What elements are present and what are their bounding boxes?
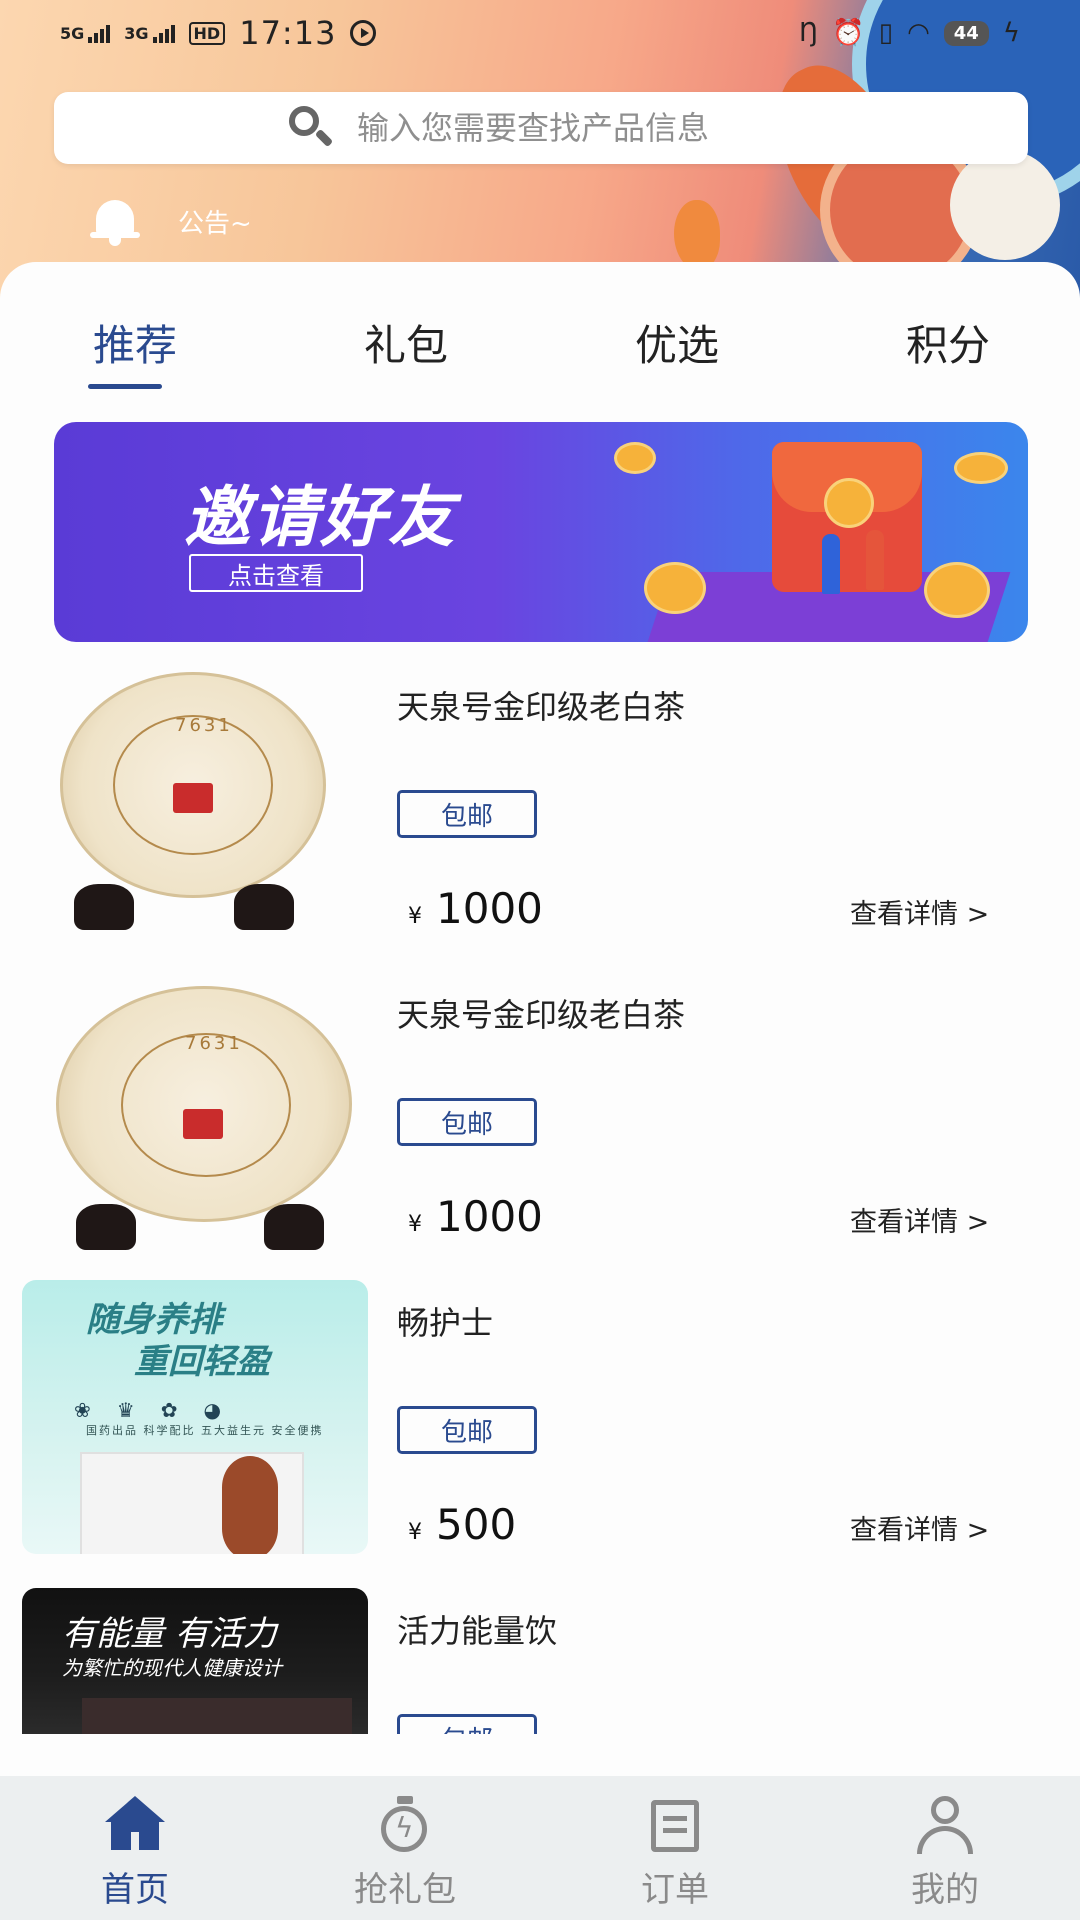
tea-seal-stamp	[173, 783, 213, 813]
search-input[interactable]	[357, 109, 797, 147]
bottom-tab-bar: 首页 ϟ 抢礼包 订单 我的	[0, 1776, 1080, 1920]
nfc-icon: Ŋ	[798, 18, 819, 48]
timer-icon: ϟ	[373, 1796, 437, 1856]
hd-icon: HD	[188, 21, 226, 45]
coin-illustration	[614, 442, 656, 474]
product-box-label	[222, 1456, 278, 1554]
product-item[interactable]: 有能量 有活力 为繁忙的现代人健康设计 活力能量饮 包邮	[0, 1588, 1080, 1734]
product-title: 畅护士	[397, 1304, 494, 1342]
category-tabs: 推荐 礼包 优选 积分	[0, 312, 1080, 392]
battery-icon: 44	[943, 20, 989, 46]
home-icon	[103, 1796, 167, 1856]
tea-code-text: 7631	[185, 1033, 243, 1054]
product-image-tea-cake: 7631	[54, 972, 354, 1262]
signal-5g-icon: 5G	[60, 24, 111, 43]
tea-stand	[74, 884, 134, 930]
package-subtitle: 为繁忙的现代人健康设计	[62, 1656, 282, 1680]
free-shipping-badge: 包邮	[397, 1406, 537, 1454]
tea-stand	[234, 884, 294, 930]
charging-icon: ϟ	[1002, 18, 1020, 48]
vibrate-icon: ▯	[878, 18, 894, 48]
package-slogan: 重回轻盈	[134, 1342, 270, 1382]
tabbar-home[interactable]: 首页	[0, 1776, 270, 1920]
person-illustration	[822, 534, 840, 594]
product-price: ¥ 1000	[408, 884, 543, 933]
coin-stack-illustration	[924, 562, 990, 618]
product-item[interactable]: 7631 天泉号金印级老白茶 包邮 ¥ 1000 查看详情 >	[0, 972, 1080, 1272]
view-details-link[interactable]: 查看详情 >	[850, 892, 989, 931]
announcement-bar[interactable]: 公告~	[90, 196, 252, 246]
wifi-icon: ◠	[907, 18, 930, 48]
person-illustration	[866, 530, 884, 590]
tab-gift-pack[interactable]: 礼包	[326, 312, 486, 373]
status-bar: 5G 3G HD 17:13 Ŋ ⏰ ▯ ◠ 44 ϟ	[0, 0, 1080, 66]
bell-icon	[90, 196, 140, 246]
product-title: 活力能量饮	[397, 1612, 558, 1650]
view-details-link[interactable]: 查看详情 >	[850, 1200, 989, 1239]
tab-selected[interactable]: 优选	[597, 312, 757, 373]
tab-recommend[interactable]: 推荐	[55, 312, 215, 373]
tabbar-label: 订单	[641, 1870, 709, 1910]
search-icon	[285, 102, 337, 154]
tabbar-profile[interactable]: 我的	[810, 1776, 1080, 1920]
feature-icons: ❀♛✿◕	[74, 1398, 247, 1422]
banner-title: 邀请好友	[184, 479, 456, 556]
banner-view-button[interactable]: 点击查看	[189, 554, 363, 592]
tea-code-text: 7631	[175, 715, 233, 736]
active-tab-indicator	[88, 384, 162, 389]
coin-illustration	[954, 452, 1008, 484]
koi-fish-decoration	[674, 200, 720, 270]
tabbar-grab-gift[interactable]: ϟ 抢礼包	[270, 1776, 540, 1920]
tabbar-label: 抢礼包	[354, 1870, 456, 1910]
user-icon	[913, 1796, 977, 1856]
tea-seal-stamp	[183, 1109, 223, 1139]
package-caption: 国药出品 科学配比 五大益生元 安全便携	[86, 1424, 324, 1437]
free-shipping-badge: 包邮	[397, 1098, 537, 1146]
product-image-package: 随身养排 重回轻盈 ❀♛✿◕ 国药出品 科学配比 五大益生元 安全便携	[22, 1280, 368, 1554]
free-shipping-badge: 包邮	[397, 1714, 537, 1734]
status-time: 17:13	[239, 14, 337, 52]
tabbar-label: 首页	[101, 1870, 169, 1910]
signal-3g-icon: 3G	[124, 24, 175, 43]
product-title: 天泉号金印级老白茶	[397, 688, 686, 726]
tabbar-orders[interactable]: 订单	[540, 1776, 810, 1920]
free-shipping-badge: 包邮	[397, 790, 537, 838]
order-icon	[643, 1796, 707, 1856]
announcement-text: 公告~	[178, 208, 252, 239]
alarm-icon: ⏰	[832, 18, 865, 48]
main-content: 推荐 礼包 优选 积分 邀请好友 点击查看 7631 天泉号金印级老白茶 包邮 …	[0, 262, 1080, 1776]
cloud-decoration	[950, 150, 1060, 260]
package-slogan: 有能量 有活力	[62, 1614, 277, 1654]
invite-friends-banner[interactable]: 邀请好友 点击查看	[54, 422, 1028, 642]
product-image-tea-cake: 7631	[54, 664, 354, 954]
product-item[interactable]: 随身养排 重回轻盈 ❀♛✿◕ 国药出品 科学配比 五大益生元 安全便携 畅护士 …	[0, 1280, 1080, 1580]
view-details-link[interactable]: 查看详情 >	[850, 1508, 989, 1547]
coin-stack-illustration	[644, 562, 706, 614]
search-bar[interactable]	[54, 92, 1028, 164]
product-price: ¥ 1000	[408, 1192, 543, 1241]
coin-illustration	[824, 478, 874, 528]
tea-stand	[76, 1204, 136, 1250]
tab-points[interactable]: 积分	[868, 312, 1028, 373]
tea-stand	[264, 1204, 324, 1250]
app-screen: 5G 3G HD 17:13 Ŋ ⏰ ▯ ◠ 44 ϟ 输入您需要查找产品信息 …	[0, 0, 1080, 1920]
tabbar-label: 我的	[911, 1870, 979, 1910]
product-title: 天泉号金印级老白茶	[397, 996, 686, 1034]
product-image-package: 有能量 有活力 为繁忙的现代人健康设计	[22, 1588, 368, 1734]
product-item[interactable]: 7631 天泉号金印级老白茶 包邮 ¥ 1000 查看详情 >	[0, 664, 1080, 964]
product-price: ¥ 500	[408, 1500, 517, 1549]
media-play-icon	[350, 20, 377, 46]
product-box-illustration	[82, 1698, 352, 1734]
